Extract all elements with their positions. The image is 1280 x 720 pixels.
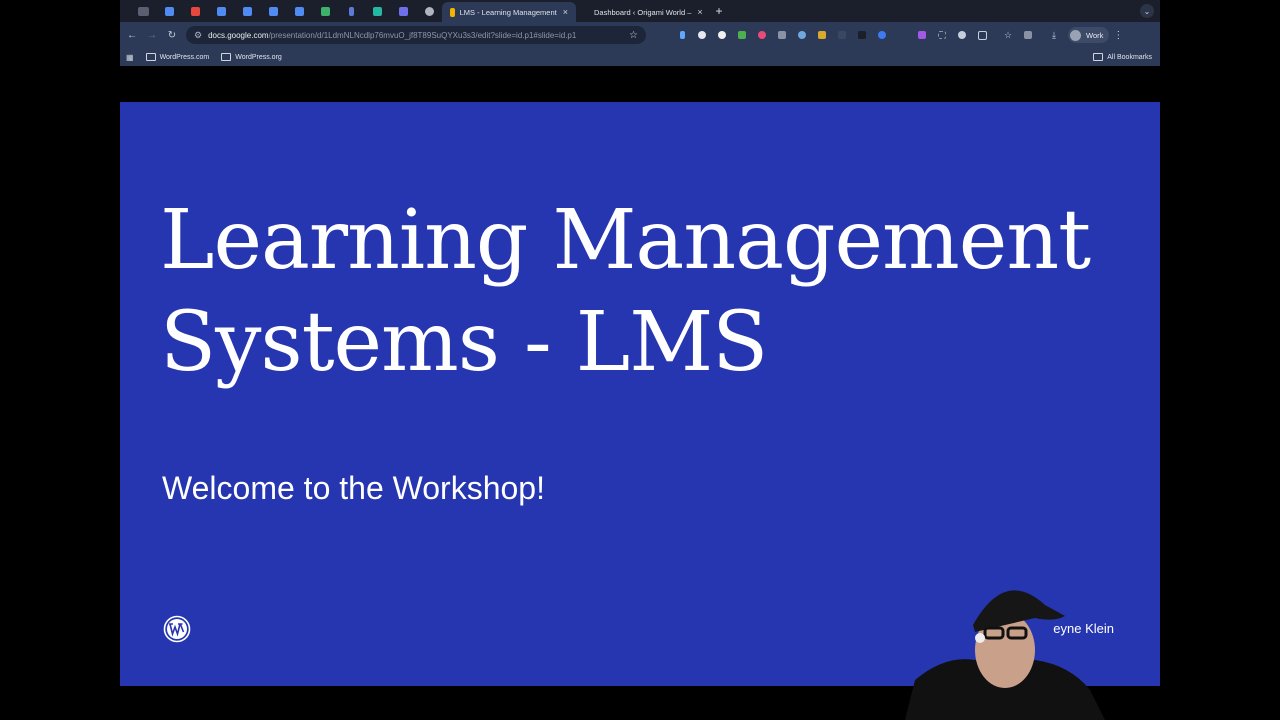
- docs-icon: [242, 6, 252, 16]
- download-icon[interactable]: ⤓: [1044, 30, 1064, 41]
- pinned-tab-4[interactable]: [208, 0, 234, 22]
- address-bar[interactable]: ⚙ docs.google.com /presentation/d/1LdmNL…: [186, 26, 646, 44]
- tab-dashboard[interactable]: Dashboard ‹ Origami World – ×: [576, 2, 710, 22]
- linear-icon: [398, 6, 408, 16]
- bookmark-wordpress-org[interactable]: WordPress.org: [221, 53, 282, 61]
- tab-lms[interactable]: LMS - Learning Management ×: [442, 2, 576, 22]
- globe-icon: [424, 6, 434, 16]
- slide-title-line-2: Systems - LMS: [160, 295, 768, 390]
- url-host: docs.google.com: [208, 30, 269, 40]
- extension-arrow-icon[interactable]: [712, 31, 732, 39]
- bookmark-star-icon[interactable]: ☆: [629, 30, 638, 41]
- pinned-tab-10[interactable]: [364, 0, 390, 22]
- tab-favicon-icon: [137, 6, 149, 16]
- docs-icon: [294, 6, 304, 16]
- extension-chrome-icon[interactable]: [792, 31, 812, 39]
- all-bookmarks[interactable]: All Bookmarks: [1093, 53, 1152, 61]
- extension-frame-icon[interactable]: [932, 31, 952, 39]
- new-tab-button[interactable]: +: [710, 4, 728, 18]
- extension-pen-icon[interactable]: [672, 31, 692, 39]
- site-info-icon[interactable]: ⚙: [194, 30, 202, 41]
- translate-icon[interactable]: [1018, 31, 1038, 39]
- all-bookmarks-label: All Bookmarks: [1107, 53, 1152, 61]
- profile-label: Work: [1086, 30, 1104, 40]
- pinned-tab-1[interactable]: [130, 0, 156, 22]
- back-arrow-icon[interactable]: ←: [122, 30, 142, 41]
- tab-search-chevron-icon[interactable]: ⌄: [1140, 4, 1154, 18]
- bookmark-label: WordPress.com: [159, 53, 210, 61]
- extensions-puzzle-icon[interactable]: [972, 30, 992, 40]
- bookmarks-bar: ▦ WordPress.com WordPress.org All Bookma…: [120, 48, 1160, 66]
- pinned-tab-2[interactable]: [156, 0, 182, 22]
- folder-icon: [145, 53, 156, 61]
- extension-circle-icon[interactable]: [692, 31, 712, 39]
- url-path: /presentation/d/1LdmNLNcdlp76mvuO_jf8T89…: [268, 30, 577, 40]
- extension-blue-icon[interactable]: [872, 31, 892, 39]
- avatar: [1070, 29, 1081, 41]
- wordpress-logo-icon: [163, 615, 191, 643]
- extension-yellow-icon[interactable]: [812, 31, 832, 39]
- docs-icon: [216, 6, 226, 16]
- reload-icon[interactable]: ↻: [162, 30, 182, 41]
- tab-strip: LMS - Learning Management × Dashboard ‹ …: [120, 0, 1160, 22]
- tab-lms-label: LMS - Learning Management: [459, 7, 557, 17]
- tab-dashboard-label: Dashboard ‹ Origami World –: [594, 7, 692, 17]
- close-tab-icon[interactable]: ×: [557, 7, 568, 17]
- extension-dark-icon[interactable]: [852, 31, 872, 39]
- drive-icon: [320, 6, 330, 16]
- browser-toolbar: ← → ↻ ⚙ docs.google.com /presentation/d/…: [120, 22, 1160, 48]
- extension-green-icon[interactable]: [732, 31, 752, 39]
- app-icon: [372, 6, 382, 16]
- gmail-icon: [190, 6, 200, 16]
- pinned-tab-6[interactable]: [260, 0, 286, 22]
- extension-monitor-icon[interactable]: [772, 31, 792, 39]
- webcam-overlay: [905, 590, 1105, 720]
- pinned-tab-7[interactable]: [286, 0, 312, 22]
- star-list-icon[interactable]: ☆: [998, 30, 1018, 41]
- docs-icon: [164, 6, 174, 16]
- extensions-row: ☆ ⤓: [672, 30, 1064, 41]
- pen-icon: [348, 6, 354, 16]
- close-tab-icon[interactable]: ×: [691, 7, 702, 17]
- profile-button[interactable]: Work: [1068, 27, 1110, 43]
- extension-color-icon[interactable]: [752, 31, 772, 39]
- extension-info-icon[interactable]: [952, 31, 972, 39]
- extension-grid-icon[interactable]: [832, 31, 852, 39]
- bookmark-label: WordPress.org: [235, 53, 282, 61]
- forward-arrow-icon[interactable]: →: [142, 30, 162, 41]
- slide-title-line-1: Learning Management: [160, 193, 1091, 288]
- folder-icon: [221, 53, 232, 61]
- apps-grid-icon[interactable]: ▦: [126, 53, 134, 62]
- extension-purple-icon[interactable]: [912, 31, 932, 39]
- docs-icon: [268, 6, 278, 16]
- bookmark-wordpress-com[interactable]: WordPress.com: [145, 53, 210, 61]
- slide-title: Learning Management Systems - LMS: [160, 190, 1120, 394]
- pinned-tab-8[interactable]: [312, 0, 338, 22]
- pinned-tab-3[interactable]: [182, 0, 208, 22]
- pinned-tab-12[interactable]: [416, 0, 442, 22]
- slide-subtitle: Welcome to the Workshop!: [162, 470, 545, 506]
- pinned-tab-11[interactable]: [390, 0, 416, 22]
- pinned-tab-5[interactable]: [234, 0, 260, 22]
- slides-icon: [450, 7, 455, 17]
- menu-kebab-icon[interactable]: ⋮: [1109, 30, 1127, 41]
- folder-icon: [1093, 53, 1104, 61]
- pinned-tab-9[interactable]: [338, 0, 364, 22]
